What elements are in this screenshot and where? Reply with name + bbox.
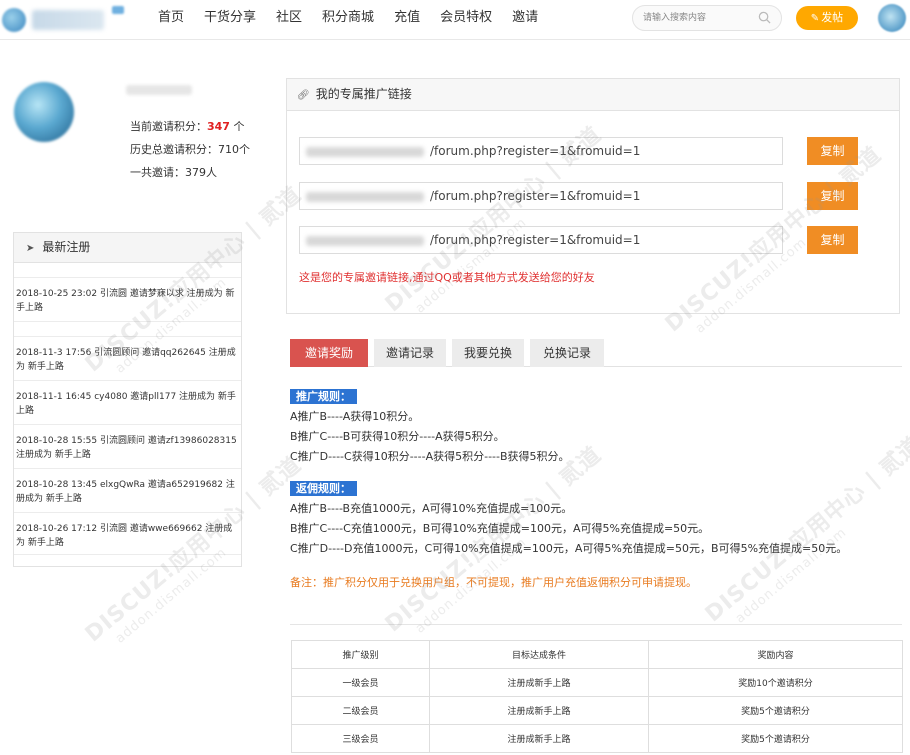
rebate-rule-line: A推广B----B充值1000元，A可得10%充值提成=100元。 [290, 502, 573, 515]
promo-note: 这是您的专属邀请链接,通过QQ或者其他方式发送给您的好友 [299, 271, 595, 284]
stat-unit: 个 [229, 120, 245, 133]
logo-text-blurred [32, 10, 104, 30]
promo-link-field[interactable]: /forum.php?register=1&fromuid=1 [299, 226, 783, 254]
stat-current-points: 当前邀请积分：347 个 [130, 118, 244, 134]
table-cell: 注册成新手上路 [429, 724, 649, 753]
table-cell: 二级会员 [291, 696, 430, 725]
rebate-rule-line: C推广D----D充值1000元，C可得10%充值提成=100元，A可得5%充值… [290, 542, 848, 555]
list-item: 2018-10-28 15:55 引流圆顾问 邀请zf13986028315 注… [14, 424, 241, 468]
tab-invite-records[interactable]: 邀请记录 [374, 339, 446, 367]
stat-unit: 个 [239, 143, 250, 156]
list-item: 2018-11-3 17:56 引流圆顾问 邀请qq262645 注册成为 新手… [14, 336, 241, 380]
reward-table: 推广级别 目标达成条件 奖励内容 一级会员 注册成新手上路 奖励10个邀请积分 … [291, 640, 903, 753]
section-divider [290, 624, 902, 625]
stat-label: 历史总邀请积分： [130, 143, 218, 156]
promo-rule-line: A推广B----A获得10积分。 [290, 410, 420, 423]
stat-invite-count: 一共邀请：379人 [130, 164, 217, 180]
blurred-host [306, 235, 424, 246]
table-header-row: 推广级别 目标达成条件 奖励内容 [291, 640, 903, 669]
promo-link-text: /forum.php?register=1&fromuid=1 [430, 233, 641, 247]
table-cell: 注册成新手上路 [429, 696, 649, 725]
profile-avatar [14, 82, 74, 142]
recent-registrations: ➤ 最新注册 2018-10-25 23:02 引流圆 邀请梦寐以求 注册成为 新… [13, 232, 242, 567]
table-row: 一级会员 注册成新手上路 奖励10个邀请积分 [291, 668, 903, 697]
list-item: 2018-10-28 13:45 elxgQwRa 邀请a652919682 注… [14, 468, 241, 512]
table-cell: 三级会员 [291, 724, 430, 753]
profile-name-blurred [126, 85, 192, 95]
column-header: 推广级别 [291, 640, 430, 669]
watermark-line1: DISCUZ!应用中心 | 贰道 [700, 432, 910, 628]
nav-invite[interactable]: 邀请 [502, 0, 548, 38]
top-header: 首页 干货分享 社区 积分商城 充值 会员特权 邀请 ✎发帖 [0, 0, 910, 40]
site-logo[interactable] [2, 6, 124, 32]
copy-button[interactable]: 复制 [807, 137, 858, 165]
post-button-label: 发帖 [821, 11, 844, 24]
blurred-host [306, 146, 424, 157]
nav-vip[interactable]: 会员特权 [430, 0, 502, 38]
stat-total-points: 历史总邀请积分：710个 [130, 141, 250, 157]
logo-badge [112, 6, 124, 14]
copy-button[interactable]: 复制 [807, 182, 858, 210]
recent-registrations-header: ➤ 最新注册 [14, 233, 241, 263]
table-cell: 奖励5个邀请积分 [648, 696, 903, 725]
nav-community[interactable]: 社区 [266, 0, 312, 38]
main-nav: 首页 干货分享 社区 积分商城 充值 会员特权 邀请 [148, 0, 548, 38]
link-icon: 🔗︎ [297, 90, 310, 101]
list-item: 2018-10-26 17:12 引流圆 邀请wwe669662 注册成为 新手… [14, 512, 241, 556]
blurred-host [306, 191, 424, 202]
table-row: 三级会员 注册成新手上路 奖励5个邀请积分 [291, 724, 903, 753]
post-button[interactable]: ✎ 发帖 [796, 6, 858, 30]
promo-link-box: 🔗︎ 我的专属推广链接 /forum.php?register=1&fromuid… [286, 78, 900, 314]
tab-invite-rewards[interactable]: 邀请奖励 [290, 339, 368, 367]
logo-mark [2, 8, 26, 32]
nav-points-mall[interactable]: 积分商城 [312, 0, 384, 38]
nav-home[interactable]: 首页 [148, 0, 194, 38]
invite-tabs: 邀请奖励 邀请记录 我要兑换 兑换记录 [290, 339, 902, 367]
tab-redeem[interactable]: 我要兑换 [452, 339, 524, 367]
stat-label: 一共邀请： [130, 166, 185, 179]
promo-link-field[interactable]: /forum.php?register=1&fromuid=1 [299, 182, 783, 210]
promo-rules-tag: 推广规则： [290, 389, 357, 404]
nav-articles[interactable]: 干货分享 [194, 0, 266, 38]
rebate-rule-line: B推广C----C充值1000元，B可得10%充值提成=100元，A可得5%充值… [290, 522, 710, 535]
promo-link-text: /forum.php?register=1&fromuid=1 [430, 189, 641, 203]
promo-rule-line: B推广C----B可获得10积分----A获得5积分。 [290, 430, 505, 443]
rules-note: 备注：推广积分仅用于兑换用户组，不可提现，推广用户充值返佣积分可申请提现。 [290, 576, 697, 589]
promo-link-text: /forum.php?register=1&fromuid=1 [430, 144, 641, 158]
stat-label: 当前邀请积分： [130, 120, 207, 133]
list-item: 2018-11-1 16:45 cy4080 邀请pll177 注册成为 新手上… [14, 380, 241, 424]
stat-value: 379 [185, 166, 206, 179]
column-header: 奖励内容 [648, 640, 903, 669]
search-input[interactable] [643, 6, 761, 30]
list-divider [14, 321, 241, 322]
stat-unit: 人 [206, 166, 217, 179]
promo-title: 我的专属推广链接 [315, 87, 412, 101]
pencil-icon: ✎ [810, 13, 820, 24]
column-header: 目标达成条件 [429, 640, 649, 669]
copy-button[interactable]: 复制 [807, 226, 858, 254]
stat-value: 347 [207, 120, 230, 133]
search-box [632, 5, 782, 31]
table-row: 二级会员 注册成新手上路 奖励5个邀请积分 [291, 696, 903, 725]
nav-recharge[interactable]: 充值 [384, 0, 430, 38]
table-cell: 注册成新手上路 [429, 668, 649, 697]
watermark: DISCUZ!应用中心 | 贰道 addon.dismall.com [697, 428, 910, 640]
user-avatar[interactable] [878, 4, 906, 32]
recent-title: 最新注册 [42, 240, 91, 254]
send-icon: ➤ [26, 243, 35, 254]
table-cell: 奖励10个邀请积分 [648, 668, 903, 697]
list-item: 2018-10-25 23:02 引流圆 邀请梦寐以求 注册成为 新手上路 [14, 277, 241, 321]
search-icon[interactable] [758, 11, 771, 24]
tab-redeem-records[interactable]: 兑换记录 [530, 339, 604, 367]
promo-link-field[interactable]: /forum.php?register=1&fromuid=1 [299, 137, 783, 165]
rebate-rules-tag: 返佣规则： [290, 481, 357, 496]
stat-value: 710 [218, 143, 239, 156]
table-cell: 一级会员 [291, 668, 430, 697]
table-cell: 奖励5个邀请积分 [648, 724, 903, 753]
promo-link-header: 🔗︎ 我的专属推广链接 [287, 79, 899, 111]
list-divider [14, 554, 241, 555]
promo-rule-line: C推广D----C获得10积分----A获得5积分----B获得5积分。 [290, 450, 570, 463]
